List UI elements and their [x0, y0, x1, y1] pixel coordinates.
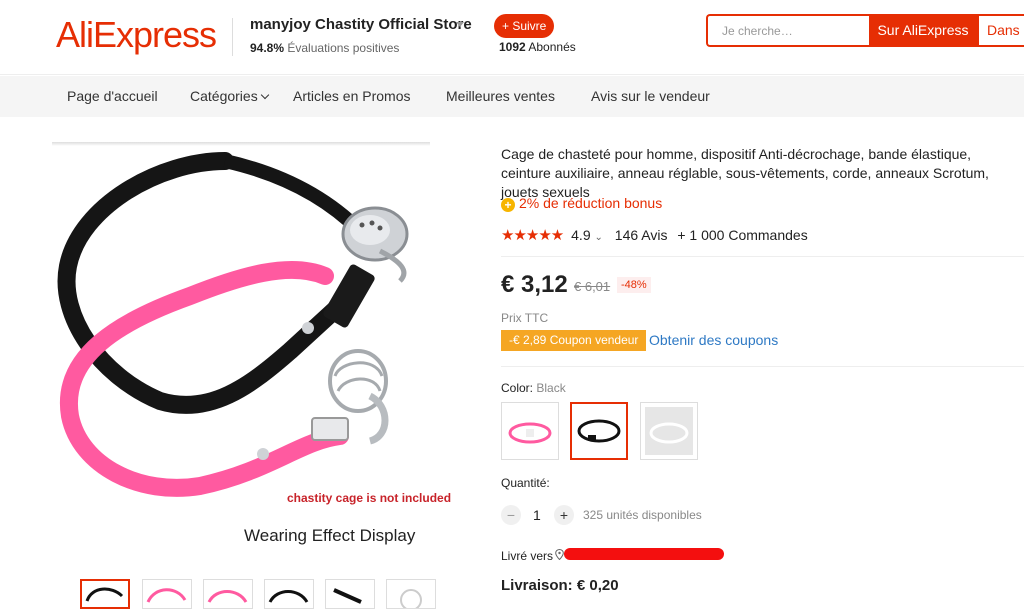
bonus-discount[interactable]: +2% de réduction bonus	[501, 195, 662, 212]
location-pin-icon	[555, 549, 564, 560]
color-value: Black	[536, 381, 566, 395]
product-title: Cage de chasteté pour homme, dispositif …	[501, 146, 989, 200]
divider	[501, 366, 1024, 367]
nav-best-sellers[interactable]: Meilleures ventes	[446, 88, 555, 104]
orders-count: + 1 000 Commandes	[677, 227, 808, 243]
seller-coupon[interactable]: -€ 2,89 Coupon vendeur	[501, 330, 647, 351]
star-icon: ★★★★★	[501, 227, 564, 244]
image-caption: Wearing Effect Display	[244, 526, 416, 545]
follow-button[interactable]: + Suivre	[494, 14, 555, 38]
thumbnail[interactable]	[80, 579, 130, 609]
quantity-value[interactable]: 1	[533, 507, 541, 523]
chevron-down-icon[interactable]: ⌄	[595, 232, 603, 243]
color-swatch-white[interactable]	[640, 402, 698, 460]
thumbnail[interactable]	[264, 579, 314, 609]
followers: 1092 Abonnés	[499, 40, 576, 54]
stock-available: 325 unités disponibles	[583, 508, 702, 522]
thumbnail[interactable]	[142, 579, 192, 609]
color-label-text: Color:	[501, 381, 534, 395]
nav-seller-reviews[interactable]: Avis sur le vendeur	[591, 88, 710, 104]
shipping-cost: Livraison: € 0,20	[501, 577, 619, 594]
thumbnail[interactable]	[325, 579, 375, 609]
tax-note: Prix TTC	[501, 311, 549, 325]
original-price: € 6,01	[574, 279, 611, 294]
thumbnail[interactable]	[386, 579, 436, 611]
image-caption-warning: chastity cage is not included	[287, 491, 452, 505]
deliver-to-label: Livré vers	[501, 549, 554, 563]
header-divider	[232, 18, 233, 56]
rating-score[interactable]: 4.9	[571, 227, 590, 243]
thumbnail[interactable]	[203, 579, 253, 609]
redacted-address[interactable]	[564, 548, 724, 560]
aliexpress-logo[interactable]: AliExpress	[56, 14, 217, 56]
chevron-down-icon	[260, 90, 269, 100]
nav-home[interactable]: Page d'accueil	[67, 88, 158, 104]
followers-count: 1092	[499, 40, 526, 54]
search-store-button[interactable]: Dans c	[977, 14, 1024, 47]
discount-badge: -48%	[617, 277, 651, 293]
color-swatch-black[interactable]	[570, 402, 628, 460]
rating-value: 94.8%	[250, 41, 285, 55]
color-swatch-pink[interactable]	[501, 402, 559, 460]
image-thumbnails	[80, 579, 460, 611]
reviews-count[interactable]: 146 Avis	[615, 227, 668, 243]
nav-categories-label: Catégories	[190, 88, 258, 104]
current-price: € 3,12	[501, 271, 568, 298]
search-aliexpress-button[interactable]: Sur AliExpress	[869, 14, 977, 47]
get-coupons-link[interactable]: Obtenir des coupons	[649, 332, 778, 348]
nav-categories[interactable]: Catégories	[190, 88, 269, 104]
bonus-text: 2% de réduction bonus	[519, 195, 663, 211]
decrease-quantity-button[interactable]: −	[501, 505, 521, 525]
store-nav: Page d'accueil Catégories Articles en Pr…	[0, 76, 1024, 117]
store-name[interactable]: manyjoy Chastity Official Store	[250, 16, 472, 33]
quantity-label: Quantité:	[501, 476, 550, 490]
color-label: Color: Black	[501, 381, 566, 395]
store-header: AliExpress manyjoy Chastity Official Sto…	[0, 0, 1024, 75]
nav-promos[interactable]: Articles en Promos	[293, 88, 410, 104]
increase-quantity-button[interactable]: +	[554, 505, 574, 525]
search-input[interactable]: Je cherche…	[706, 14, 870, 47]
store-rating: 94.8% Évaluations positives	[250, 41, 399, 55]
plus-icon: +	[501, 198, 515, 212]
chevron-down-icon[interactable]	[456, 22, 464, 27]
followers-label: Abonnés	[528, 40, 576, 54]
rating-label: Évaluations positives	[287, 41, 400, 55]
divider	[501, 256, 1024, 257]
rating-row: ★★★★★ 4.9 ⌄ 146 Avis + 1 000 Commandes	[501, 226, 808, 244]
